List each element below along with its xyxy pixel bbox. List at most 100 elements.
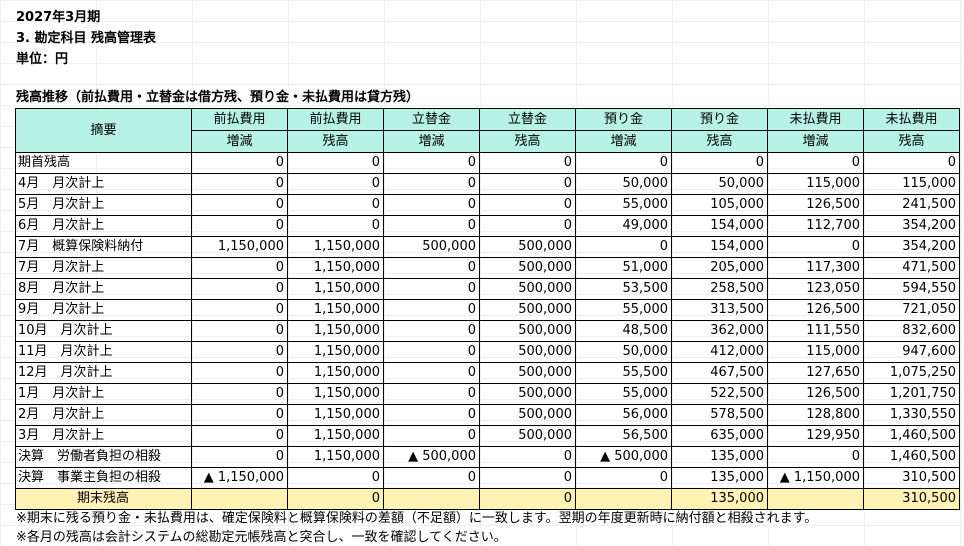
row-label-cell[interactable]: 11月 月次計上 bbox=[15, 341, 192, 363]
value-cell[interactable]: 0 bbox=[479, 173, 576, 195]
value-cell[interactable]: 1,150,000 bbox=[287, 446, 384, 468]
value-cell[interactable]: 1,150,000 bbox=[287, 362, 384, 384]
value-cell[interactable]: 1,150,000 bbox=[191, 236, 288, 258]
row-label-cell[interactable]: 7月 月次計上 bbox=[15, 257, 192, 279]
value-cell[interactable]: 0 bbox=[479, 194, 576, 216]
value-cell[interactable]: 594,550 bbox=[863, 278, 960, 300]
value-cell[interactable]: 0 bbox=[383, 194, 480, 216]
value-cell[interactable]: 0 bbox=[479, 467, 576, 489]
value-cell[interactable]: 1,460,500 bbox=[863, 446, 960, 468]
value-cell[interactable]: 947,600 bbox=[863, 341, 960, 363]
value-cell[interactable]: 49,000 bbox=[575, 215, 672, 237]
row-label-cell[interactable]: 4月 月次計上 bbox=[15, 173, 192, 195]
value-cell[interactable]: 135,000 bbox=[671, 446, 768, 468]
value-cell[interactable]: 0 bbox=[383, 278, 480, 300]
value-cell[interactable]: 500,000 bbox=[479, 257, 576, 279]
value-cell[interactable]: 1,150,000 bbox=[287, 299, 384, 321]
value-cell[interactable]: 105,000 bbox=[671, 194, 768, 216]
value-cell[interactable]: 0 bbox=[383, 467, 480, 489]
value-cell[interactable]: 56,000 bbox=[575, 404, 672, 426]
value-cell[interactable]: 0 bbox=[191, 320, 288, 342]
value-cell[interactable]: 467,500 bbox=[671, 362, 768, 384]
col-header-8-top[interactable]: 未払費用 bbox=[863, 108, 960, 131]
value-cell[interactable]: 354,200 bbox=[863, 236, 960, 258]
value-cell[interactable]: 0 bbox=[383, 341, 480, 363]
value-cell[interactable]: 154,000 bbox=[671, 215, 768, 237]
value-cell[interactable]: 1,150,000 bbox=[287, 257, 384, 279]
value-cell[interactable]: 0 bbox=[191, 152, 288, 174]
value-cell[interactable]: 1,075,250 bbox=[863, 362, 960, 384]
value-cell[interactable]: 1,150,000 bbox=[287, 341, 384, 363]
value-cell[interactable]: 135,000 bbox=[671, 467, 768, 489]
value-cell[interactable]: 126,500 bbox=[767, 299, 864, 321]
row-label-cell[interactable]: 決算 労働者負担の相殺 bbox=[15, 446, 192, 468]
value-cell[interactable]: 50,000 bbox=[671, 173, 768, 195]
value-cell[interactable]: 522,500 bbox=[671, 383, 768, 405]
value-cell[interactable]: 0 bbox=[191, 173, 288, 195]
value-cell[interactable]: 635,000 bbox=[671, 425, 768, 447]
row-label-cell[interactable]: 7月 概算保険料納付 bbox=[15, 236, 192, 258]
value-cell[interactable]: 129,950 bbox=[767, 425, 864, 447]
value-cell[interactable]: 258,500 bbox=[671, 278, 768, 300]
value-cell[interactable]: 0 bbox=[479, 446, 576, 468]
value-cell[interactable]: 0 bbox=[479, 152, 576, 174]
value-cell[interactable]: 111,550 bbox=[767, 320, 864, 342]
value-cell[interactable]: 1,150,000 bbox=[287, 425, 384, 447]
value-cell[interactable]: 112,700 bbox=[767, 215, 864, 237]
value-cell[interactable]: 55,500 bbox=[575, 362, 672, 384]
value-cell[interactable]: 0 bbox=[287, 467, 384, 489]
col-header-7-bottom[interactable]: 増減 bbox=[767, 130, 864, 153]
row-label-cell[interactable]: 3月 月次計上 bbox=[15, 425, 192, 447]
col-header-summary[interactable]: 摘要 bbox=[15, 108, 192, 153]
value-cell[interactable]: 53,500 bbox=[575, 278, 672, 300]
value-cell[interactable]: 115,000 bbox=[767, 173, 864, 195]
value-cell[interactable]: ▲ 1,150,000 bbox=[767, 467, 864, 489]
value-cell[interactable]: 0 bbox=[863, 152, 960, 174]
value-cell[interactable]: 205,000 bbox=[671, 257, 768, 279]
value-cell[interactable]: 0 bbox=[767, 152, 864, 174]
value-cell[interactable]: 1,150,000 bbox=[287, 236, 384, 258]
col-header-2-top[interactable]: 前払費用 bbox=[287, 108, 384, 131]
value-cell[interactable]: 310,500 bbox=[863, 467, 960, 489]
row-label-cell[interactable]: 2月 月次計上 bbox=[15, 404, 192, 426]
row-label-cell[interactable]: 1月 月次計上 bbox=[15, 383, 192, 405]
value-cell[interactable]: 500,000 bbox=[479, 278, 576, 300]
row-label-cell[interactable]: 9月 月次計上 bbox=[15, 299, 192, 321]
col-header-5-bottom[interactable]: 増減 bbox=[575, 130, 672, 153]
row-label-cell[interactable]: 5月 月次計上 bbox=[15, 194, 192, 216]
col-header-1-top[interactable]: 前払費用 bbox=[191, 108, 288, 131]
row-label-cell[interactable]: 期首残高 bbox=[15, 152, 192, 174]
value-cell[interactable]: 0 bbox=[383, 215, 480, 237]
value-cell[interactable]: 0 bbox=[383, 320, 480, 342]
value-cell[interactable]: 721,050 bbox=[863, 299, 960, 321]
value-cell[interactable]: 0 bbox=[479, 215, 576, 237]
value-cell[interactable]: 0 bbox=[383, 425, 480, 447]
value-cell[interactable]: 50,000 bbox=[575, 173, 672, 195]
value-cell[interactable]: 241,500 bbox=[863, 194, 960, 216]
value-cell[interactable]: 578,500 bbox=[671, 404, 768, 426]
value-cell[interactable]: 0 bbox=[191, 257, 288, 279]
value-cell[interactable]: 471,500 bbox=[863, 257, 960, 279]
value-cell[interactable]: 500,000 bbox=[479, 362, 576, 384]
col-header-4-bottom[interactable]: 残高 bbox=[479, 130, 576, 153]
value-cell[interactable]: 1,460,500 bbox=[863, 425, 960, 447]
value-cell[interactable]: 1,150,000 bbox=[287, 383, 384, 405]
value-cell[interactable]: 0 bbox=[383, 257, 480, 279]
value-cell[interactable]: 115,000 bbox=[863, 173, 960, 195]
value-cell[interactable]: 126,500 bbox=[767, 383, 864, 405]
value-cell[interactable]: 0 bbox=[575, 152, 672, 174]
value-cell[interactable]: 128,800 bbox=[767, 404, 864, 426]
value-cell[interactable]: 115,000 bbox=[767, 341, 864, 363]
value-cell[interactable]: 1,150,000 bbox=[287, 278, 384, 300]
value-cell[interactable]: 0 bbox=[383, 362, 480, 384]
col-header-5-top[interactable]: 預り金 bbox=[575, 108, 672, 131]
value-cell[interactable]: 0 bbox=[191, 404, 288, 426]
value-cell[interactable]: 362,000 bbox=[671, 320, 768, 342]
value-cell[interactable]: ▲ 500,000 bbox=[575, 446, 672, 468]
value-cell[interactable]: 0 bbox=[191, 299, 288, 321]
value-cell[interactable]: 412,000 bbox=[671, 341, 768, 363]
row-label-cell[interactable]: 決算 事業主負担の相殺 bbox=[15, 467, 192, 489]
value-cell[interactable]: 500,000 bbox=[479, 425, 576, 447]
col-header-2-bottom[interactable]: 残高 bbox=[287, 130, 384, 153]
value-cell[interactable]: ▲ 1,150,000 bbox=[191, 467, 288, 489]
